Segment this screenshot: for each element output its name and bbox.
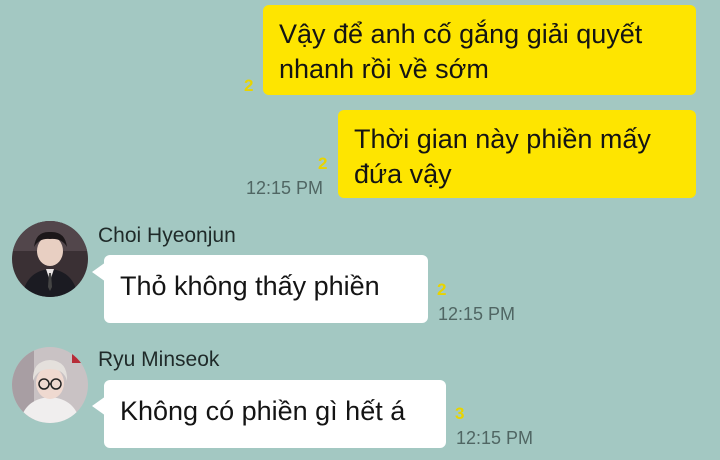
user-avatar-photo-icon	[12, 347, 88, 423]
message-timestamp: 12:15 PM	[438, 304, 516, 324]
unread-count: 2	[437, 280, 447, 299]
chat-message-list[interactable]: Vậy để anh cố gắng giải quyết nhanh rồi …	[0, 0, 720, 460]
message-timestamp: 12:15 PM	[246, 178, 324, 198]
outgoing-message-bubble[interactable]: Thời gian này phiền mấy đứa vậy	[338, 110, 696, 198]
outgoing-message-bubble[interactable]: Vậy để anh cố gắng giải quyết nhanh rồi …	[263, 5, 696, 95]
message-text-line: Thời gian này phiền mấy	[354, 124, 651, 154]
sender-avatar[interactable]	[12, 221, 88, 297]
sender-avatar[interactable]	[12, 347, 88, 423]
message-text-line: Vậy để anh cố gắng giải quyết	[279, 19, 643, 49]
message-timestamp: 12:15 PM	[456, 428, 534, 448]
unread-count: 2	[244, 76, 254, 95]
message-text-line: đứa vậy	[354, 159, 452, 189]
unread-count: 3	[455, 404, 465, 423]
sender-name: Ryu Minseok	[98, 348, 220, 371]
message-text-line: nhanh rồi về sớm	[279, 54, 489, 84]
incoming-message-bubble[interactable]: Thỏ không thấy phiền	[104, 255, 428, 323]
sender-name: Choi Hyeonjun	[98, 224, 236, 247]
user-avatar-photo-icon	[12, 221, 88, 297]
incoming-message-bubble[interactable]: Không có phiền gì hết á	[104, 380, 446, 448]
unread-count: 2	[318, 154, 328, 173]
